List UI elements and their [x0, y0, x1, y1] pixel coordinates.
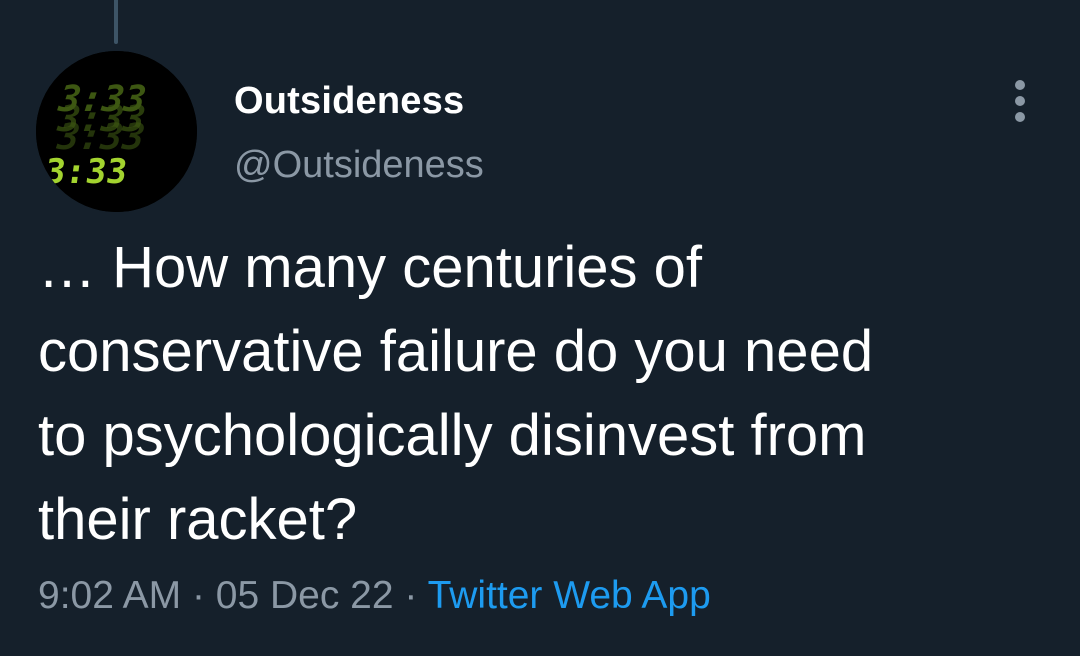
tweet-text-line: to psychologically disinvest from — [38, 403, 867, 468]
tweet-date[interactable]: 05 Dec 22 — [216, 574, 394, 617]
author-display-name[interactable]: Outsideness — [234, 80, 464, 123]
author-handle[interactable]: @Outsideness — [234, 144, 484, 187]
avatar-clock-text: 3:33 — [42, 152, 129, 192]
avatar-image: 3:33 3:33 3:33 3:33 — [36, 51, 197, 212]
tweet-text-line: conservative failure do you need — [38, 319, 874, 384]
avatar[interactable]: 3:33 3:33 3:33 3:33 — [36, 51, 197, 212]
tweet-text-line: … How many centuries of — [38, 235, 703, 300]
meta-separator: · — [191, 574, 205, 617]
tweet-time[interactable]: 9:02 AM — [38, 574, 181, 617]
meta-separator: · — [404, 574, 418, 617]
tweet-source-link[interactable]: Twitter Web App — [428, 574, 711, 617]
tweet-metadata: 9:02 AM · 05 Dec 22 · Twitter Web App — [38, 574, 711, 618]
tweet-text-line: their racket? — [38, 487, 358, 552]
more-options-button[interactable] — [1004, 76, 1036, 126]
thread-connector-line — [114, 0, 118, 44]
tweet-text: … How many centuries of conservative fai… — [38, 226, 1048, 562]
